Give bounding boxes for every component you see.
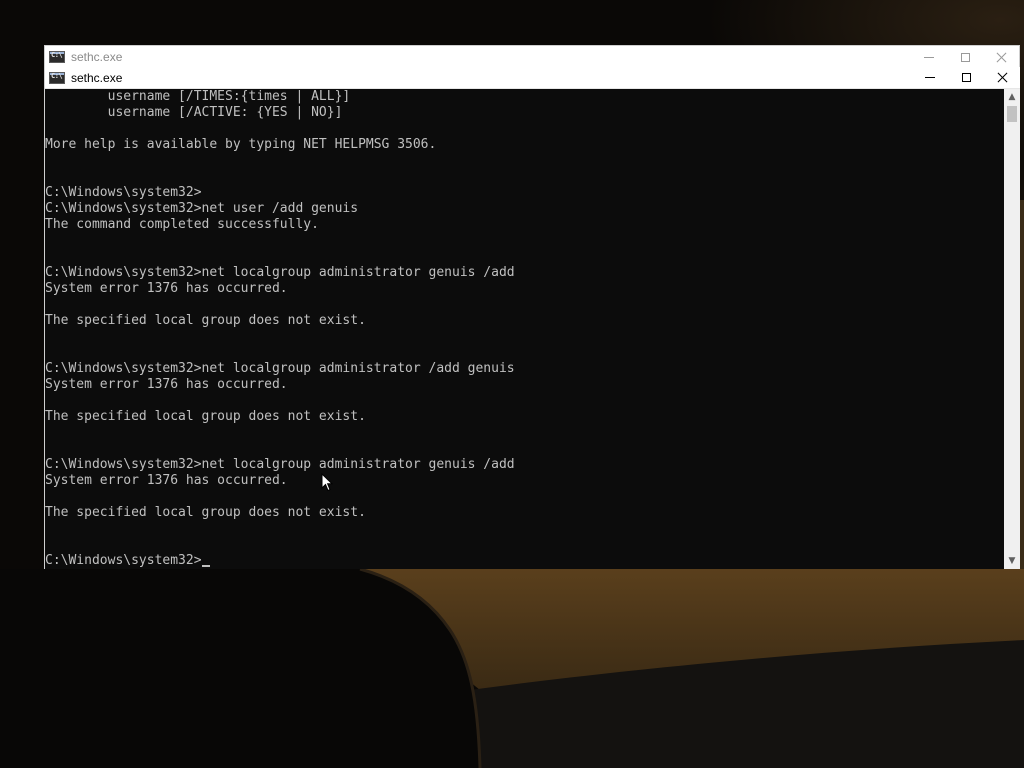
console-line: The command completed successfully. bbox=[45, 217, 319, 232]
console-output[interactable]: username [/TIMES:{times | ALL}] username… bbox=[45, 89, 1005, 569]
console-line: C:\Windows\system32>net localgroup admin… bbox=[45, 265, 515, 280]
background-window-titlebar[interactable]: sethc.exe bbox=[45, 46, 1019, 68]
scrollbar-thumb[interactable] bbox=[1007, 106, 1017, 122]
scroll-up-arrow-icon[interactable]: ▲ bbox=[1004, 89, 1020, 105]
console-window[interactable]: sethc.exe username [/TIMES:{times | ALL}… bbox=[44, 67, 1020, 569]
console-app-icon bbox=[49, 51, 65, 63]
console-line: C:\Windows\system32>net localgroup admin… bbox=[45, 361, 515, 376]
console-line: System error 1376 has occurred. bbox=[45, 377, 288, 392]
text-cursor bbox=[201, 565, 210, 567]
console-window-titlebar[interactable]: sethc.exe bbox=[45, 67, 1020, 89]
minimize-button[interactable] bbox=[912, 67, 948, 89]
background-console-window[interactable]: sethc.exe bbox=[44, 45, 1020, 67]
console-line: The specified local group does not exist… bbox=[45, 505, 366, 520]
console-line: C:\Windows\system32>net localgroup admin… bbox=[45, 457, 515, 472]
console-line: C:\Windows\system32>net user /add genuis bbox=[45, 201, 359, 216]
console-line: C:\Windows\system32> bbox=[45, 553, 1005, 569]
mouse-pointer-icon bbox=[321, 473, 333, 492]
console-app-icon bbox=[49, 71, 65, 84]
console-line: System error 1376 has occurred. bbox=[45, 473, 288, 488]
close-icon bbox=[996, 52, 1007, 63]
background-close-button[interactable] bbox=[983, 46, 1019, 68]
close-button[interactable] bbox=[984, 67, 1020, 89]
maximize-icon bbox=[960, 52, 970, 62]
maximize-icon bbox=[961, 73, 971, 82]
console-line: System error 1376 has occurred. bbox=[45, 281, 288, 296]
console-line: The specified local group does not exist… bbox=[45, 313, 366, 328]
scroll-down-arrow-icon[interactable]: ▼ bbox=[1004, 553, 1020, 569]
console-line: C:\Windows\system32> bbox=[45, 185, 202, 200]
console-line: username [/TIMES:{times | ALL}] bbox=[45, 89, 351, 104]
console-window-title: sethc.exe bbox=[71, 70, 123, 85]
background-minimize-button[interactable] bbox=[911, 46, 947, 68]
minimize-icon bbox=[924, 56, 934, 58]
console-line: The specified local group does not exist… bbox=[45, 409, 366, 424]
background-window-title: sethc.exe bbox=[71, 50, 123, 64]
minimize-icon bbox=[925, 77, 935, 78]
vertical-scrollbar[interactable]: ▲ ▼ bbox=[1004, 89, 1020, 569]
console-line: More help is available by typing NET HEL… bbox=[45, 137, 437, 152]
console-line: username [/ACTIVE: {YES | NO}] bbox=[45, 105, 343, 120]
maximize-button[interactable] bbox=[948, 67, 984, 89]
close-icon bbox=[997, 72, 1008, 83]
background-maximize-button[interactable] bbox=[947, 46, 983, 68]
